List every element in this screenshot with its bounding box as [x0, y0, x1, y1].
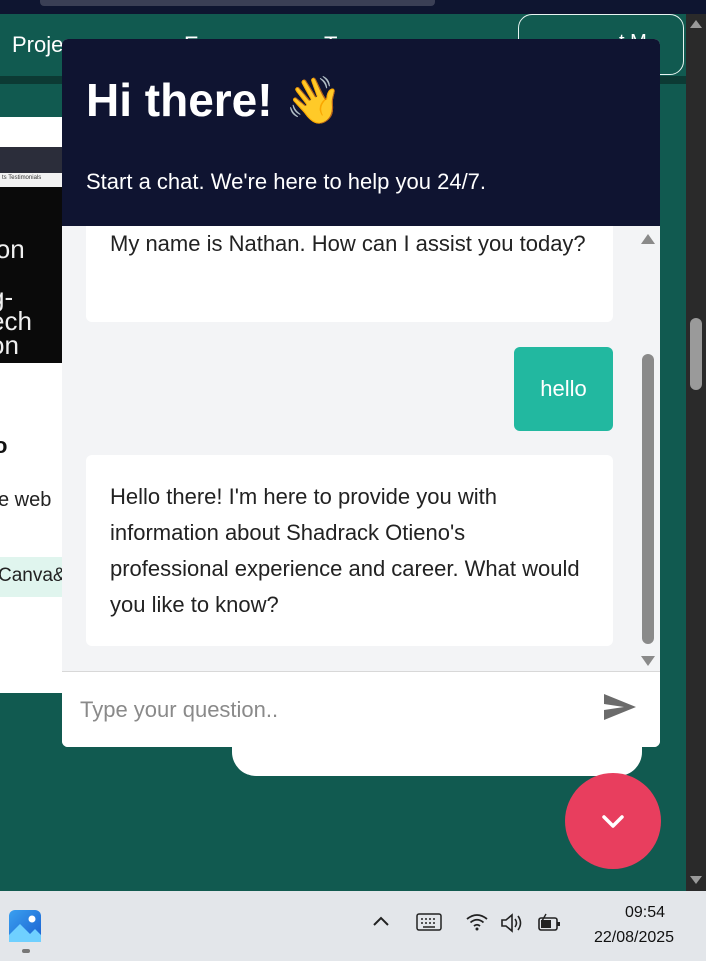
send-icon [604, 694, 636, 720]
project-card-tag: Canva& [0, 557, 62, 597]
browser-tab[interactable] [40, 0, 435, 6]
image-text-line: on [0, 330, 19, 360]
clock-date[interactable]: 22/08/2025 [584, 929, 684, 947]
chat-input[interactable] [80, 688, 580, 732]
chat-scroll-thumb[interactable] [642, 354, 654, 644]
scroll-up-arrow-icon[interactable] [641, 234, 655, 244]
taskbar: 09:54 22/08/2025 [0, 891, 706, 961]
chat-toggle-button[interactable] [565, 773, 661, 869]
page-scroll-thumb[interactable] [690, 318, 702, 390]
nav-link-projects[interactable]: Proje [12, 32, 63, 58]
taskbar-app-photos[interactable] [8, 909, 42, 953]
taskbar-active-indicator [22, 949, 30, 953]
chat-subtitle: Start a chat. We're here to help you 24/… [86, 169, 487, 194]
clock-time[interactable]: 09:54 [600, 904, 690, 922]
image-text-line: ion [0, 234, 25, 264]
photos-app-icon [9, 910, 41, 942]
bot-message: My name is Nathan. How can I assist you … [86, 226, 613, 322]
chat-widget: Hi there! 👋 Start a chat. We're here to … [62, 39, 660, 747]
chevron-up-icon[interactable] [372, 913, 390, 931]
volume-icon[interactable] [500, 913, 526, 933]
scroll-down-arrow-icon[interactable] [641, 656, 655, 666]
browser-top-strip [0, 0, 706, 14]
battery-charging-icon[interactable] [536, 913, 562, 933]
wifi-icon[interactable] [466, 913, 488, 931]
scroll-down-arrow-icon[interactable] [690, 876, 702, 884]
project-card-title: o [0, 433, 8, 458]
chat-scrollbar[interactable] [637, 226, 660, 671]
keyboard-icon[interactable] [416, 913, 442, 931]
project-card-text: e web [0, 489, 52, 511]
chat-header: Hi there! 👋 Start a chat. We're here to … [62, 39, 660, 226]
project-card[interactable]: ts Testimonials ion g- ech on o e web Ca… [0, 117, 62, 693]
user-message: hello [514, 347, 613, 431]
scroll-up-arrow-icon[interactable] [690, 20, 702, 28]
bot-message: Hello there! I'm here to provide you wit… [86, 455, 613, 646]
chevron-down-icon [602, 815, 624, 828]
image-browser-bar [0, 147, 62, 173]
chat-title: Hi there! 👋 [86, 74, 343, 126]
chat-input-row [62, 671, 660, 747]
project-card-image: ts Testimonials ion g- ech on [0, 147, 62, 363]
send-button[interactable] [602, 692, 642, 728]
image-nav-strip: ts Testimonials [0, 173, 62, 187]
chat-messages[interactable]: My name is Nathan. How can I assist you … [62, 226, 660, 671]
page-scrollbar[interactable] [686, 14, 706, 891]
